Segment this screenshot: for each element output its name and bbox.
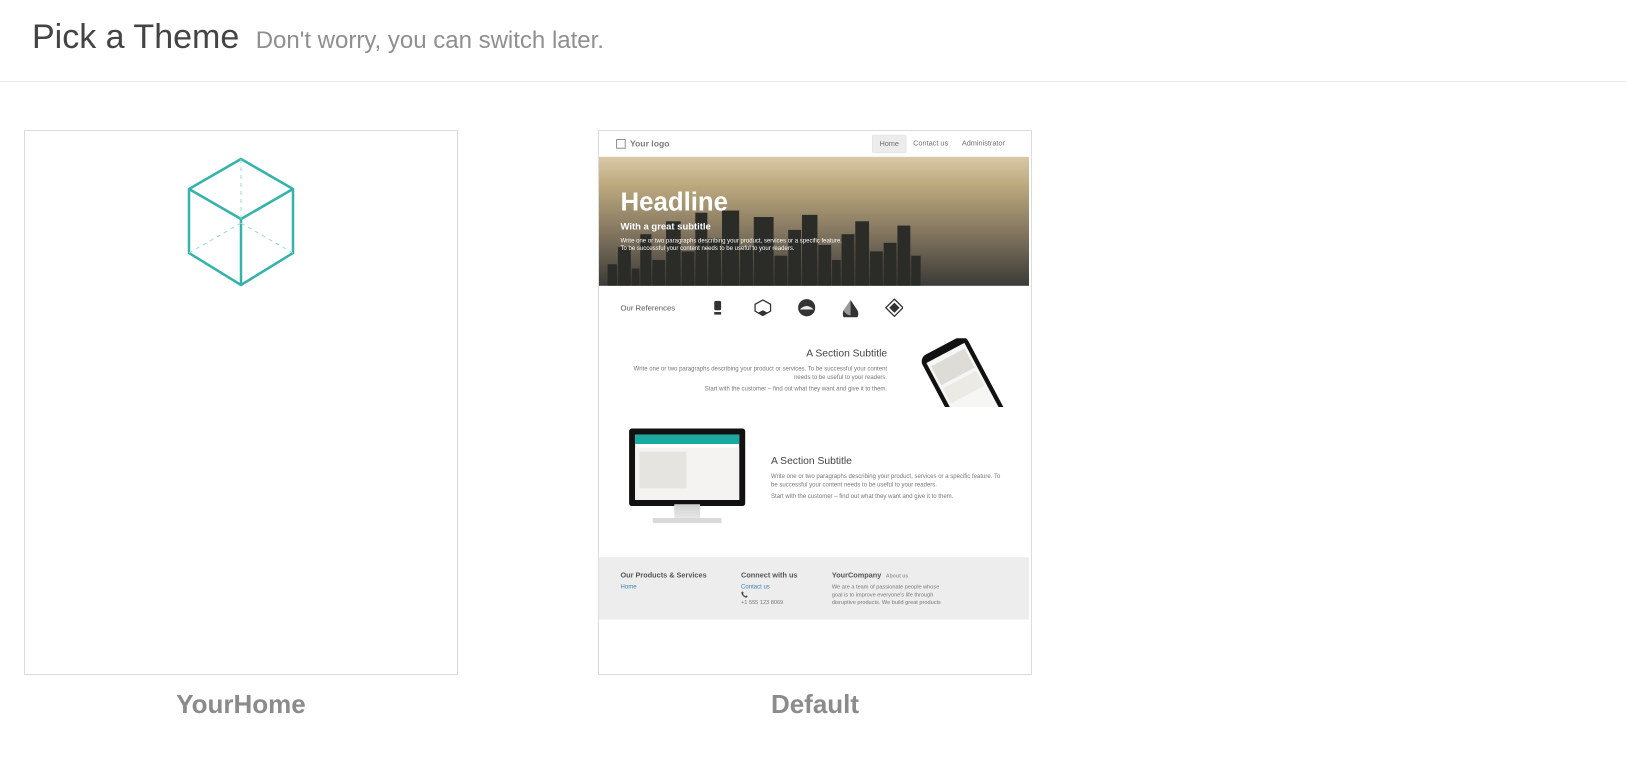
- theme-name-default: Default: [771, 689, 859, 720]
- theme-option-default[interactable]: Your logo Home Contact us Administrator: [598, 130, 1032, 720]
- ref-circle-icon: [797, 299, 815, 317]
- page-title: Pick a Theme: [32, 18, 239, 56]
- preview-hero-body: Write one or two paragraphs describing y…: [621, 236, 845, 252]
- preview-footer-col2-title: Connect with us: [741, 571, 797, 580]
- ref-diamond-icon: [885, 299, 903, 317]
- preview-section1-p1: Write one or two paragraphs describing y…: [621, 365, 888, 382]
- preview-references-label: Our References: [621, 303, 676, 312]
- preview-section2-title: A Section Subtitle: [771, 453, 1008, 467]
- theme-name-yourhome: YourHome: [176, 689, 306, 720]
- logo-square-icon: [616, 139, 625, 148]
- preview-nav: Home Contact us Administrator: [872, 135, 1012, 153]
- cube-logo-icon: [181, 153, 301, 293]
- preview-nav-admin: Administrator: [955, 135, 1012, 153]
- preview-hero: Headline With a great subtitle Write one…: [599, 157, 1029, 286]
- preview-footer-col1-link: Home: [621, 583, 707, 590]
- preview-section2-p2: Start with the customer – find out what …: [771, 492, 1008, 500]
- preview-section1-title: A Section Subtitle: [621, 346, 888, 360]
- preview-logo-text: Your logo: [630, 139, 669, 149]
- preview-footer-col3-title: YourCompany About us: [832, 571, 944, 580]
- theme-gallery: YourHome Your logo Home Contact us Admin…: [0, 82, 1626, 740]
- preview-footer-col3-body: We are a team of passionate people whose…: [832, 583, 944, 606]
- ref-hex-icon: [753, 299, 771, 317]
- preview-section-2: A Section Subtitle Write one or two para…: [599, 424, 1029, 549]
- page-subtitle: Don't worry, you can switch later.: [256, 27, 604, 54]
- preview-section1-p2: Start with the customer – find out what …: [621, 384, 888, 392]
- theme-preview-yourhome: [24, 130, 458, 675]
- preview-hero-subtitle: With a great subtitle: [621, 221, 845, 232]
- preview-nav-contact: Contact us: [906, 135, 955, 153]
- preview-footer: Our Products & Services Home Connect wit…: [599, 558, 1029, 620]
- preview-topbar: Your logo Home Contact us Administrator: [599, 131, 1029, 157]
- ref-brand-icon: [710, 299, 728, 317]
- preview-nav-home: Home: [872, 135, 906, 153]
- theme-option-yourhome[interactable]: YourHome: [24, 130, 458, 720]
- preview-footer-col2-phone: 📞 +1 555 123 8069: [741, 591, 797, 607]
- preview-section-1: A Section Subtitle Write one or two para…: [599, 334, 1029, 424]
- preview-logo: Your logo: [616, 139, 669, 149]
- preview-hero-headline: Headline: [621, 187, 845, 217]
- preview-references: Our References: [599, 286, 1029, 334]
- phone-mockup-icon: [904, 338, 1007, 403]
- preview-footer-col2-link: Contact us: [741, 583, 797, 590]
- preview-footer-col1-title: Our Products & Services: [621, 571, 707, 580]
- theme-preview-default: Your logo Home Contact us Administrator: [598, 130, 1032, 675]
- preview-section2-p1: Write one or two paragraphs describing y…: [771, 472, 1008, 489]
- page-header: Pick a Theme Don't worry, you can switch…: [0, 0, 1626, 82]
- monitor-mockup-icon: [621, 429, 754, 528]
- ref-drop-icon: [841, 299, 859, 317]
